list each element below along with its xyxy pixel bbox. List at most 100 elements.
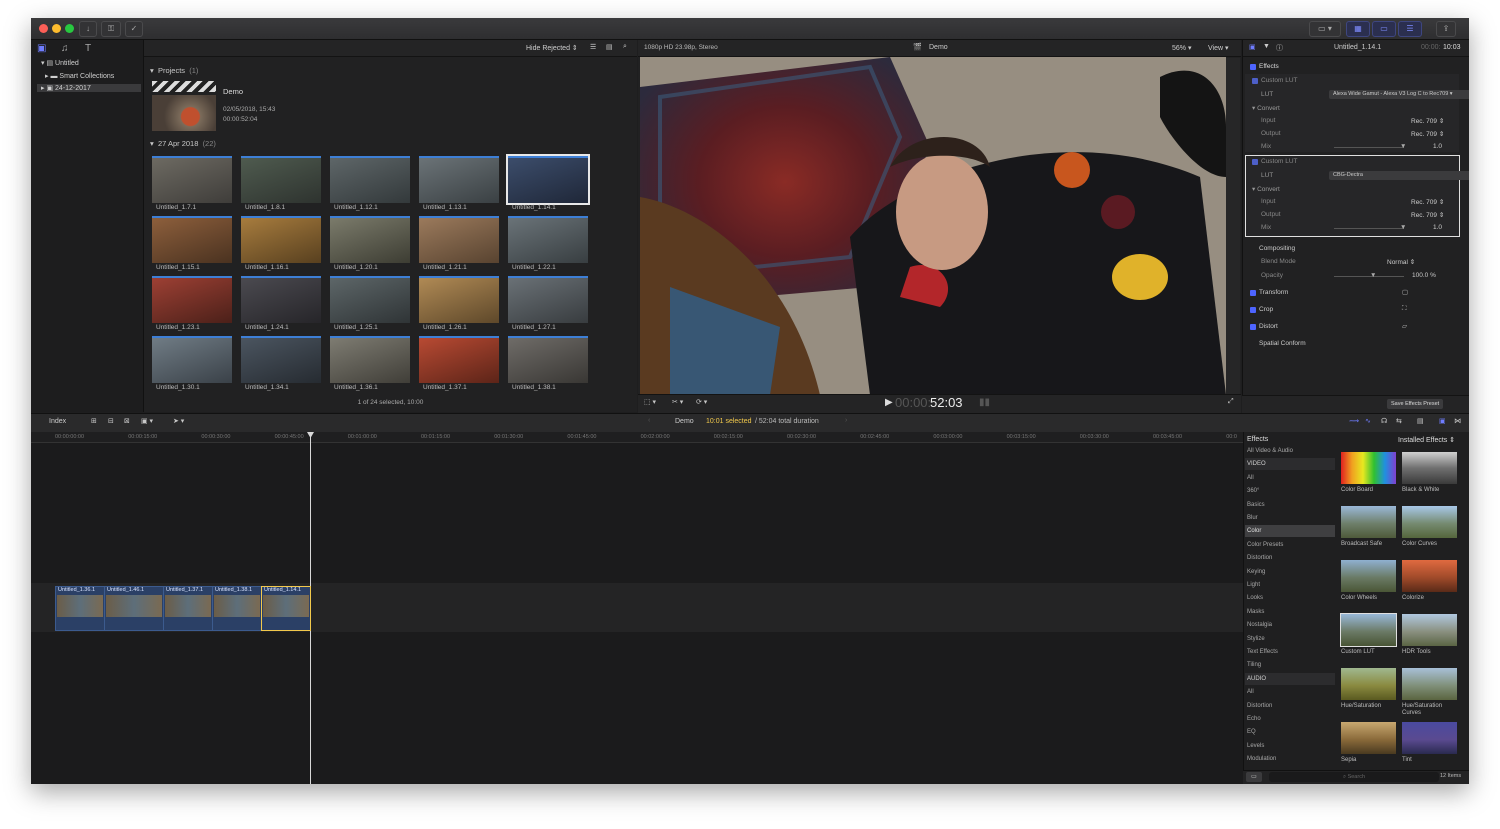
effects-category[interactable]: Modulation [1245,753,1335,765]
transform-onscreen-icon[interactable]: ▢ [1402,288,1408,296]
share-button[interactable]: ⇪ [1436,21,1456,37]
effects-category[interactable]: Levels [1245,740,1335,752]
save-effects-preset-button[interactable]: Save Effects Preset [1387,399,1444,409]
lut-1-output-popup[interactable]: Rec. 709 ⇕ [1411,130,1444,138]
clip-thumbnail[interactable] [152,336,232,383]
effects-category[interactable]: All [1245,472,1335,484]
lut-2-input-popup[interactable]: Rec. 709 ⇕ [1411,198,1444,206]
effect-thumbnail[interactable] [1402,506,1457,538]
project-name[interactable]: Demo [223,87,243,96]
filmstrip-icon[interactable]: ▤ [606,43,613,51]
photos-audio-tab-icon[interactable]: ♫ [61,43,69,54]
timeline-clip[interactable]: Untitled_1.46.1 [104,586,164,631]
custom-lut-2-header[interactable]: Custom LUT [1249,157,1459,169]
effects-category[interactable]: Nostalgia [1245,619,1335,631]
timeline-clip[interactable]: Untitled_1.14.1 [261,586,311,631]
clip-thumbnail[interactable] [419,156,499,203]
timeline-clip[interactable]: Untitled_1.36.1 [55,586,105,631]
enhancements-icon[interactable]: ✂ ▾ [672,398,683,406]
fullscreen-icon[interactable]: ⤢ [1228,398,1234,406]
clip-thumbnail[interactable] [330,216,410,263]
library-smart-collections[interactable]: ▸ ▬ Smart Collections [45,72,114,80]
timeline-clip[interactable]: Untitled_1.38.1 [212,586,262,631]
share-menu-button[interactable]: ▭ ▾ [1309,21,1341,37]
viewer-image[interactable] [640,57,1226,395]
compositing-section[interactable]: Compositing [1249,244,1459,256]
select-tool-icon[interactable]: ➤ ▾ [173,417,184,425]
hide-rejected-filter[interactable]: Hide Rejected ⇕ [526,44,578,52]
view-menu[interactable]: View ▾ [1208,44,1229,52]
effect-thumbnail[interactable] [1402,452,1457,484]
timecode[interactable]: 52:03 [930,395,963,410]
timeline-clip[interactable]: Untitled_1.37.1 [163,586,213,631]
solo-icon[interactable]: ☊ [1381,417,1387,425]
clip-thumbnail[interactable] [241,156,321,203]
distort-section[interactable]: Distort ▱ [1249,322,1459,334]
library-event-24-12-2017[interactable]: ▸ ▣ 24-12-2017 [37,84,141,92]
custom-lut-1-checkbox[interactable] [1252,78,1258,84]
lut-2-output-popup[interactable]: Rec. 709 ⇕ [1411,211,1444,219]
blend-mode-popup[interactable]: Normal ⇕ [1387,258,1415,266]
effects-browser-icon[interactable]: ▣ [1439,417,1446,425]
overwrite-clip-icon[interactable]: ▣ ▾ [141,417,153,425]
effect-thumbnail[interactable] [1402,722,1457,754]
opacity-slider[interactable] [1334,276,1404,277]
effects-category[interactable]: Text Effects [1245,646,1335,658]
effect-thumbnail[interactable] [1402,614,1457,646]
effects-category[interactable]: Basics [1245,499,1335,511]
library-untitled[interactable]: ▾ ▤ Untitled [41,59,79,67]
effects-category[interactable]: Distortion [1245,700,1335,712]
index-button[interactable]: Index [49,418,66,425]
clip-thumbnail[interactable] [330,156,410,203]
effect-thumbnail[interactable] [1340,613,1397,647]
background-tasks-button[interactable]: ✓ [125,21,143,37]
installed-effects-menu[interactable]: Installed Effects ⇕ [1398,436,1455,444]
show-inspector-button[interactable]: ☰ [1398,21,1422,37]
clip-thumbnail[interactable] [152,276,232,323]
clip-thumbnail[interactable] [241,336,321,383]
transform-section[interactable]: Transform ▢ [1249,288,1459,300]
history-forward-icon[interactable]: › [845,417,847,424]
minimize-window-button[interactable] [52,24,61,33]
import-button[interactable]: ↓ [79,21,97,37]
video-inspector-icon[interactable]: ▣ [1249,43,1256,51]
info-inspector-icon[interactable]: ⓘ [1276,43,1283,53]
show-browser-button[interactable]: ▦ [1346,21,1370,37]
effects-category[interactable]: Looks [1245,592,1335,604]
spatial-conform-section[interactable]: Spatial Conform [1249,339,1459,351]
lut-2-dropdown[interactable]: CBG-Dectra [1329,171,1469,180]
effect-thumbnail[interactable] [1402,560,1457,592]
clip-thumbnail[interactable] [506,154,590,205]
lut-1-input-popup[interactable]: Rec. 709 ⇕ [1411,117,1444,125]
effects-category[interactable]: Color [1245,525,1335,538]
distort-checkbox[interactable] [1250,324,1256,330]
lut-2-mix-slider[interactable] [1334,228,1404,229]
effects-search-field[interactable]: ⌕ Search [1269,772,1439,782]
sidebar-toggle-icon[interactable]: ▭ [1246,772,1262,782]
effects-category[interactable]: VIDEO [1245,458,1335,471]
append-clip-icon[interactable]: ⊠ [124,417,130,425]
transform-checkbox[interactable] [1250,290,1256,296]
clip-appearance-icon[interactable]: ☰ [590,43,596,51]
effect-thumbnail[interactable] [1341,506,1396,538]
connect-clip-icon[interactable]: ⊞ [91,417,97,425]
clip-thumbnail[interactable] [419,276,499,323]
custom-lut-1-header[interactable]: Custom LUT [1249,76,1459,88]
project-thumbnail[interactable] [152,95,216,131]
history-back-icon[interactable]: ‹ [648,417,650,424]
effects-category[interactable]: Distortion [1245,552,1335,564]
custom-lut-2-checkbox[interactable] [1252,159,1258,165]
libraries-tab-icon[interactable]: ▣ [37,43,46,54]
zoom-window-button[interactable] [65,24,74,33]
clip-thumbnail[interactable] [330,276,410,323]
distort-onscreen-icon[interactable]: ▱ [1402,322,1407,330]
titles-generators-tab-icon[interactable]: T [85,43,91,54]
effects-checkbox[interactable] [1250,64,1256,70]
transitions-browser-icon[interactable]: ⋈ [1454,417,1461,425]
projects-section-header[interactable]: ▾ Projects (1) [150,66,198,75]
effects-category[interactable]: 360° [1245,485,1335,497]
effect-thumbnail[interactable] [1341,452,1396,484]
effects-category[interactable]: Keying [1245,566,1335,578]
retime-icon[interactable]: ⟳ ▾ [696,398,707,406]
lut-1-mix-slider[interactable] [1334,147,1404,148]
